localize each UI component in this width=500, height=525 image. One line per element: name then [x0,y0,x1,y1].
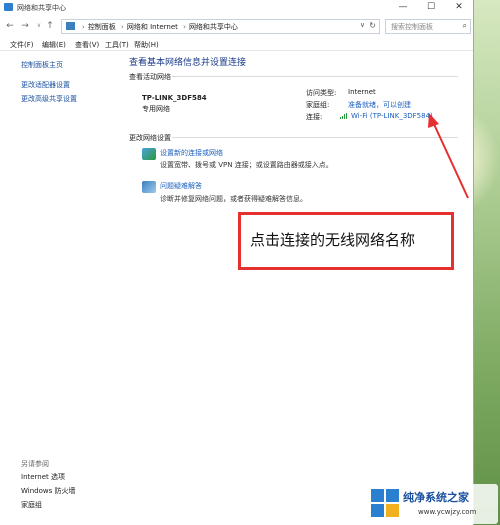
address-field[interactable]: › 控制面板 › 网络和 Internet › 网络和共享中心 ∨ ↻ [61,19,380,34]
breadcrumb: › 控制面板 › 网络和 Internet › 网络和共享中心 [82,23,238,31]
search-placeholder: 搜索控制面板 [391,23,433,31]
see-also-windows-firewall[interactable]: Windows 防火墙 [21,486,75,496]
menu-bar: 文件(F) 编辑(E) 查看(V) 工具(T) 帮助(H) [0,38,473,51]
back-arrow-icon[interactable]: ← [4,20,16,32]
wifi-signal-icon [340,113,347,119]
new-connection-icon [142,148,156,160]
sidebar: 控制面板主页 更改适配器设置 更改高级共享设置 另请参阅 Internet 选项… [0,51,122,525]
menu-view[interactable]: 查看(V) [75,40,99,50]
annotation-text: 点击连接的无线网络名称 [250,231,416,249]
refresh-icon[interactable]: ↻ [369,21,376,30]
wifi-connection-link[interactable]: Wi-Fi (TP-LINK_3DF584) [351,112,433,120]
network-app-icon [4,3,13,11]
up-arrow-icon[interactable]: ↑ [44,20,56,32]
see-also-internet-options[interactable]: Internet 选项 [21,472,65,482]
page-title: 查看基本网络信息并设置连接 [129,58,247,68]
watermark-title: 纯净系统之家 [403,491,469,504]
see-also-homegroup[interactable]: 家庭组 [21,500,42,510]
address-bar: ← → ∨ ↑ › 控制面板 › 网络和 Internet › 网络和共享中心 ∨ ↻… [0,16,473,36]
breadcrumb-network-internet[interactable]: 网络和 Internet [127,23,178,31]
search-icon[interactable]: ⌕ [463,21,467,31]
chevron-down-icon[interactable]: ∨ [360,21,365,29]
menu-edit[interactable]: 编辑(E) [42,40,66,50]
change-settings-title: 更改网络设置 [129,134,171,142]
troubleshoot-link[interactable]: 问题疑难解答 [160,181,202,191]
network-type[interactable]: 专用网络 [142,104,170,114]
search-input[interactable]: 搜索控制面板 ⌕ [385,19,471,34]
forward-arrow-icon[interactable]: → [19,20,31,32]
see-also-title: 另请参阅 [21,460,49,468]
homegroup-link[interactable]: 准备就绪，可以创建 [348,100,411,110]
annotation-callout: 点击连接的无线网络名称 [238,212,454,270]
menu-file[interactable]: 文件(F) [10,40,34,50]
control-panel-icon [66,22,75,30]
network-name: TP-LINK_3DF584 [142,94,207,102]
access-type-label: 访问类型: [306,89,337,97]
sidebar-item-adapter-settings[interactable]: 更改适配器设置 [21,80,70,90]
homegroup-label: 家庭组: [306,101,330,109]
troubleshoot-desc: 诊断并修复网络问题，或者获得疑难解答信息。 [160,195,307,203]
breadcrumb-control-panel[interactable]: 控制面板 [88,23,116,31]
site-watermark: 纯净系统之家 www.ycwjzy.com [366,484,498,524]
window-title: 网络和共享中心 [17,4,66,12]
main-content: 查看基本网络信息并设置连接 查看活动网络 TP-LINK_3DF584 专用网络… [122,51,472,525]
sidebar-item-advanced-sharing[interactable]: 更改高级共享设置 [21,94,77,104]
windows-logo-icon [370,488,400,518]
watermark-url: www.ycwjzy.com [418,508,477,516]
menu-tools[interactable]: 工具(T) [105,40,129,50]
close-button[interactable]: ✕ [446,0,472,15]
title-bar: 网络和共享中心 — ☐ ✕ [0,0,473,15]
connections-label: 连接: [306,113,323,121]
active-networks-title: 查看活动网络 [129,73,171,81]
troubleshoot-icon [142,181,156,193]
access-type-value: Internet [348,88,376,96]
menu-help[interactable]: 帮助(H) [134,40,159,50]
maximize-button[interactable]: ☐ [418,0,444,15]
section-divider [172,76,458,77]
setup-connection-link[interactable]: 设置新的连接或网络 [160,148,223,158]
section-divider [172,137,458,138]
sidebar-item-control-panel-home[interactable]: 控制面板主页 [21,60,63,70]
breadcrumb-sharing-center[interactable]: 网络和共享中心 [189,23,238,31]
setup-connection-desc: 设置宽带、拨号或 VPN 连接；或设置路由器或接入点。 [160,161,333,169]
minimize-button[interactable]: — [390,0,416,15]
